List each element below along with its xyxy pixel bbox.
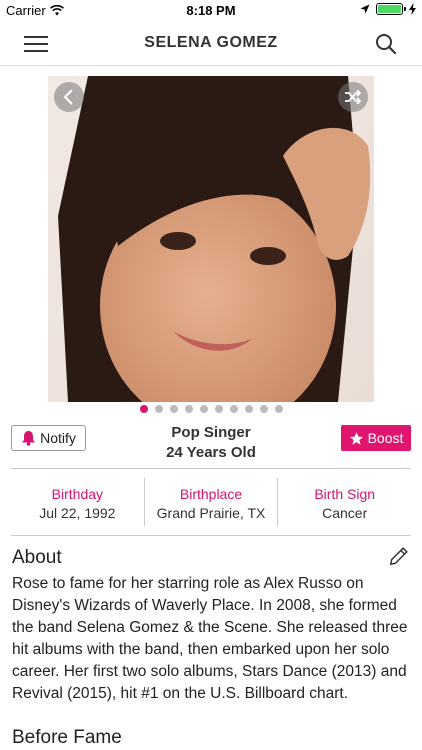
page-title: SELENA GOMEZ (144, 34, 278, 51)
pagination-dot[interactable] (244, 405, 253, 413)
stat-label: Birth Sign (314, 486, 376, 502)
pagination-dot[interactable] (199, 405, 208, 413)
star-icon (349, 431, 363, 445)
notify-button[interactable]: Notify (11, 425, 86, 451)
stat-value: Jul 22, 1992 (39, 505, 116, 521)
pagination-dot[interactable] (259, 405, 268, 413)
profile-summary: Pop Singer 24 Years Old (100, 423, 322, 463)
shuffle-icon (345, 90, 362, 104)
photo-pagination[interactable] (0, 405, 422, 413)
notify-label: Notify (40, 430, 76, 446)
before-fame-heading: Before Fame (12, 727, 122, 748)
nav-bar: SELENA GOMEZ (0, 22, 422, 66)
pagination-dot[interactable] (169, 405, 178, 413)
search-icon[interactable] (374, 32, 398, 56)
stat-label: Birthday (51, 486, 104, 502)
charging-bolt-icon (409, 3, 416, 15)
stat-value: Grand Prairie, TX (156, 505, 266, 521)
bell-icon (22, 431, 36, 446)
pagination-dot[interactable] (229, 405, 238, 413)
pencil-edit-icon[interactable] (388, 545, 410, 567)
location-arrow-icon (360, 4, 370, 14)
profession-text: Pop Singer (171, 424, 251, 441)
stat-value: Cancer (322, 505, 368, 521)
celebrity-photo[interactable] (48, 76, 374, 402)
shuffle-button[interactable] (338, 82, 368, 112)
boost-button[interactable]: Boost (341, 425, 411, 451)
status-right (360, 3, 416, 15)
stat-birth-sign: Birth Sign Cancer (277, 478, 411, 526)
chevron-left-icon (63, 89, 73, 105)
status-bar: Carrier 8:18 PM (0, 0, 422, 22)
status-time: 8:18 PM (186, 3, 236, 18)
battery-icon (376, 3, 406, 15)
pagination-dot[interactable] (184, 405, 193, 413)
stat-birthplace: Birthplace Grand Prairie, TX (143, 478, 278, 526)
profile-stats: Birthday Jul 22, 1992 Birthplace Grand P… (11, 478, 411, 526)
pagination-dot[interactable] (154, 405, 163, 413)
pagination-dot[interactable] (214, 405, 223, 413)
pagination-dot[interactable] (274, 405, 283, 413)
about-text: Rose to fame for her starring role as Al… (12, 575, 408, 702)
pagination-dot[interactable] (139, 405, 148, 413)
divider (11, 535, 411, 536)
stat-label: Birthplace (179, 486, 243, 502)
boost-label: Boost (367, 430, 404, 446)
portrait-image (48, 76, 374, 402)
divider (11, 468, 411, 469)
previous-photo-button[interactable] (54, 82, 84, 112)
age-text: 24 Years Old (166, 444, 256, 461)
about-heading: About (12, 547, 62, 568)
stat-birthday: Birthday Jul 22, 1992 (11, 478, 144, 526)
